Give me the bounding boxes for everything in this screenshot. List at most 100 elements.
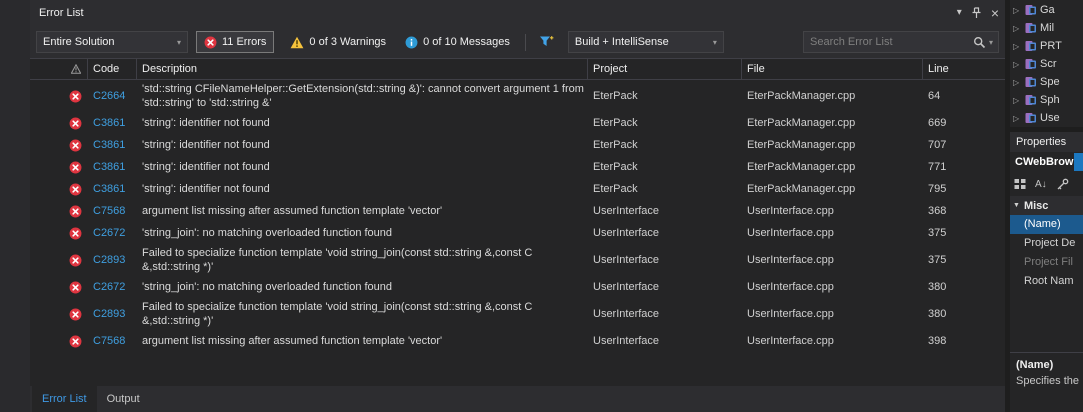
- filter-button[interactable]: [534, 31, 560, 53]
- error-file: UserInterface.cpp: [747, 254, 834, 266]
- error-code-link[interactable]: C7568: [88, 335, 137, 347]
- severity-cell: [30, 308, 88, 321]
- expand-arrow-icon[interactable]: ▷: [1013, 78, 1022, 87]
- error-description: 'string': identifier not found: [142, 117, 270, 129]
- error-row[interactable]: C7568 argument list missing after assumed…: [30, 330, 1005, 352]
- property-row[interactable]: (Name): [1010, 215, 1083, 234]
- properties-object-combo[interactable]: CWebBrows: [1010, 152, 1083, 172]
- tree-item-label: PRT: [1040, 40, 1062, 52]
- solution-tree-item[interactable]: ▷ Ga: [1010, 1, 1083, 19]
- solution-tree-item[interactable]: ▷ Mil: [1010, 19, 1083, 37]
- scope-dropdown[interactable]: Entire Solution ▾: [36, 31, 188, 53]
- severity-cell: [30, 254, 88, 267]
- error-line: 707: [928, 139, 947, 151]
- error-code-link[interactable]: C2893: [88, 308, 137, 320]
- expand-arrow-icon[interactable]: ▷: [1013, 96, 1022, 105]
- property-pages-icon[interactable]: [1056, 178, 1069, 191]
- error-file: UserInterface.cpp: [747, 308, 834, 320]
- search-input[interactable]: [804, 36, 973, 48]
- expand-arrow-icon[interactable]: ▷: [1013, 42, 1022, 51]
- vs-workspace: Error List ▾ × Entire Solution ▾ 11 Erro…: [0, 0, 1083, 412]
- error-code-link[interactable]: C3861: [88, 139, 137, 151]
- error-row[interactable]: C2672 'string_join': no matching overload…: [30, 276, 1005, 298]
- error-description: 'string_join': no matching overloaded fu…: [142, 281, 393, 293]
- category-expander-icon[interactable]: ▼: [1013, 202, 1020, 209]
- properties-grid-rows: (Name) Project De Project Fil Root Nam: [1010, 215, 1083, 291]
- error-row[interactable]: C2664 'std::string CFileNameHelper::GetEx…: [30, 80, 1005, 112]
- object-dropdown-button[interactable]: [1074, 153, 1083, 171]
- error-line: 795: [928, 183, 947, 195]
- error-code-link[interactable]: C3861: [88, 117, 137, 129]
- description-column-header[interactable]: Description: [137, 59, 588, 79]
- error-row[interactable]: C2893 Failed to specialize function templ…: [30, 298, 1005, 330]
- categorized-icon[interactable]: [1014, 178, 1026, 190]
- expand-arrow-icon[interactable]: ▷: [1013, 60, 1022, 69]
- error-code-link[interactable]: C2664: [88, 90, 137, 102]
- error-code-link[interactable]: C2672: [88, 227, 137, 239]
- error-description: 'string': identifier not found: [142, 161, 270, 173]
- toolbar-separator: [524, 33, 526, 51]
- error-file: EterPackManager.cpp: [747, 139, 856, 151]
- build-filter-dropdown[interactable]: Build + IntelliSense ▾: [567, 31, 724, 53]
- error-code-link[interactable]: C3861: [88, 183, 137, 195]
- error-description: 'string': identifier not found: [142, 183, 270, 195]
- error-row[interactable]: C7568 argument list missing after assumed…: [30, 200, 1005, 222]
- warnings-toggle-button[interactable]: 0 of 3 Warnings: [283, 31, 393, 53]
- file-column-header[interactable]: File: [742, 59, 923, 79]
- pin-icon[interactable]: [971, 7, 982, 19]
- tab-error-list[interactable]: Error List: [32, 386, 97, 412]
- error-description: argument list missing after assumed func…: [142, 335, 443, 347]
- expand-arrow-icon[interactable]: ▷: [1013, 6, 1022, 15]
- severity-column-header[interactable]: [30, 59, 88, 79]
- solution-tree: ▷ Ga ▷ Mil ▷ PRT ▷ Scr ▷ Spe ▷ Sph ▷ Use: [1010, 0, 1083, 127]
- file-icon: [1025, 76, 1037, 88]
- error-description: Failed to specialize function template '…: [142, 301, 533, 327]
- error-row[interactable]: C2893 Failed to specialize function templ…: [30, 244, 1005, 276]
- messages-toggle-button[interactable]: 0 of 10 Messages: [398, 31, 517, 53]
- property-row[interactable]: Project Fil: [1010, 253, 1083, 272]
- expand-arrow-icon[interactable]: ▷: [1013, 114, 1022, 123]
- tab-output[interactable]: Output: [97, 386, 150, 412]
- error-code-link[interactable]: C2672: [88, 281, 137, 293]
- error-line: 368: [928, 205, 947, 217]
- solution-tree-item[interactable]: ▷ Use: [1010, 109, 1083, 127]
- error-code-link[interactable]: C2893: [88, 254, 137, 266]
- error-icon: [69, 205, 82, 218]
- error-row[interactable]: C2672 'string_join': no matching overload…: [30, 222, 1005, 244]
- error-icon: [69, 254, 82, 267]
- error-project: EterPack: [593, 183, 638, 195]
- error-code-link[interactable]: C7568: [88, 205, 137, 217]
- close-icon[interactable]: ×: [991, 6, 999, 20]
- solution-tree-item[interactable]: ▷ Scr: [1010, 55, 1083, 73]
- expand-arrow-icon[interactable]: ▷: [1013, 24, 1022, 33]
- property-category-misc[interactable]: ▼ Misc: [1010, 196, 1083, 215]
- error-line: 380: [928, 308, 947, 320]
- sort-alphabetical-icon[interactable]: A↓: [1035, 179, 1047, 190]
- property-row[interactable]: Root Nam: [1010, 272, 1083, 291]
- error-file: UserInterface.cpp: [747, 281, 834, 293]
- info-icon: [405, 36, 418, 49]
- error-project: EterPack: [593, 139, 638, 151]
- error-row[interactable]: C3861 'string': identifier not found EterP…: [30, 134, 1005, 156]
- project-column-header[interactable]: Project: [588, 59, 742, 79]
- line-column-header[interactable]: Line: [923, 59, 1005, 79]
- search-options-chevron-icon[interactable]: ▾: [989, 38, 993, 47]
- solution-tree-item[interactable]: ▷ PRT: [1010, 37, 1083, 55]
- search-icon[interactable]: [973, 36, 986, 49]
- error-project: EterPack: [593, 117, 638, 129]
- error-project: UserInterface: [593, 205, 660, 217]
- solution-tree-item[interactable]: ▷ Sph: [1010, 91, 1083, 109]
- property-row[interactable]: Project De: [1010, 234, 1083, 253]
- error-row[interactable]: C3861 'string': identifier not found EterP…: [30, 112, 1005, 134]
- severity-cell: [30, 90, 88, 103]
- severity-cell: [30, 161, 88, 174]
- window-menu-chevron-icon[interactable]: ▾: [957, 8, 962, 18]
- help-property-name: (Name): [1016, 359, 1054, 371]
- error-row[interactable]: C3861 'string': identifier not found EterP…: [30, 156, 1005, 178]
- error-row[interactable]: C3861 'string': identifier not found EterP…: [30, 178, 1005, 200]
- code-column-header[interactable]: Code: [88, 59, 137, 79]
- errors-toggle-button[interactable]: 11 Errors: [196, 31, 275, 53]
- error-code-link[interactable]: C3861: [88, 161, 137, 173]
- error-icon: [69, 335, 82, 348]
- solution-tree-item[interactable]: ▷ Spe: [1010, 73, 1083, 91]
